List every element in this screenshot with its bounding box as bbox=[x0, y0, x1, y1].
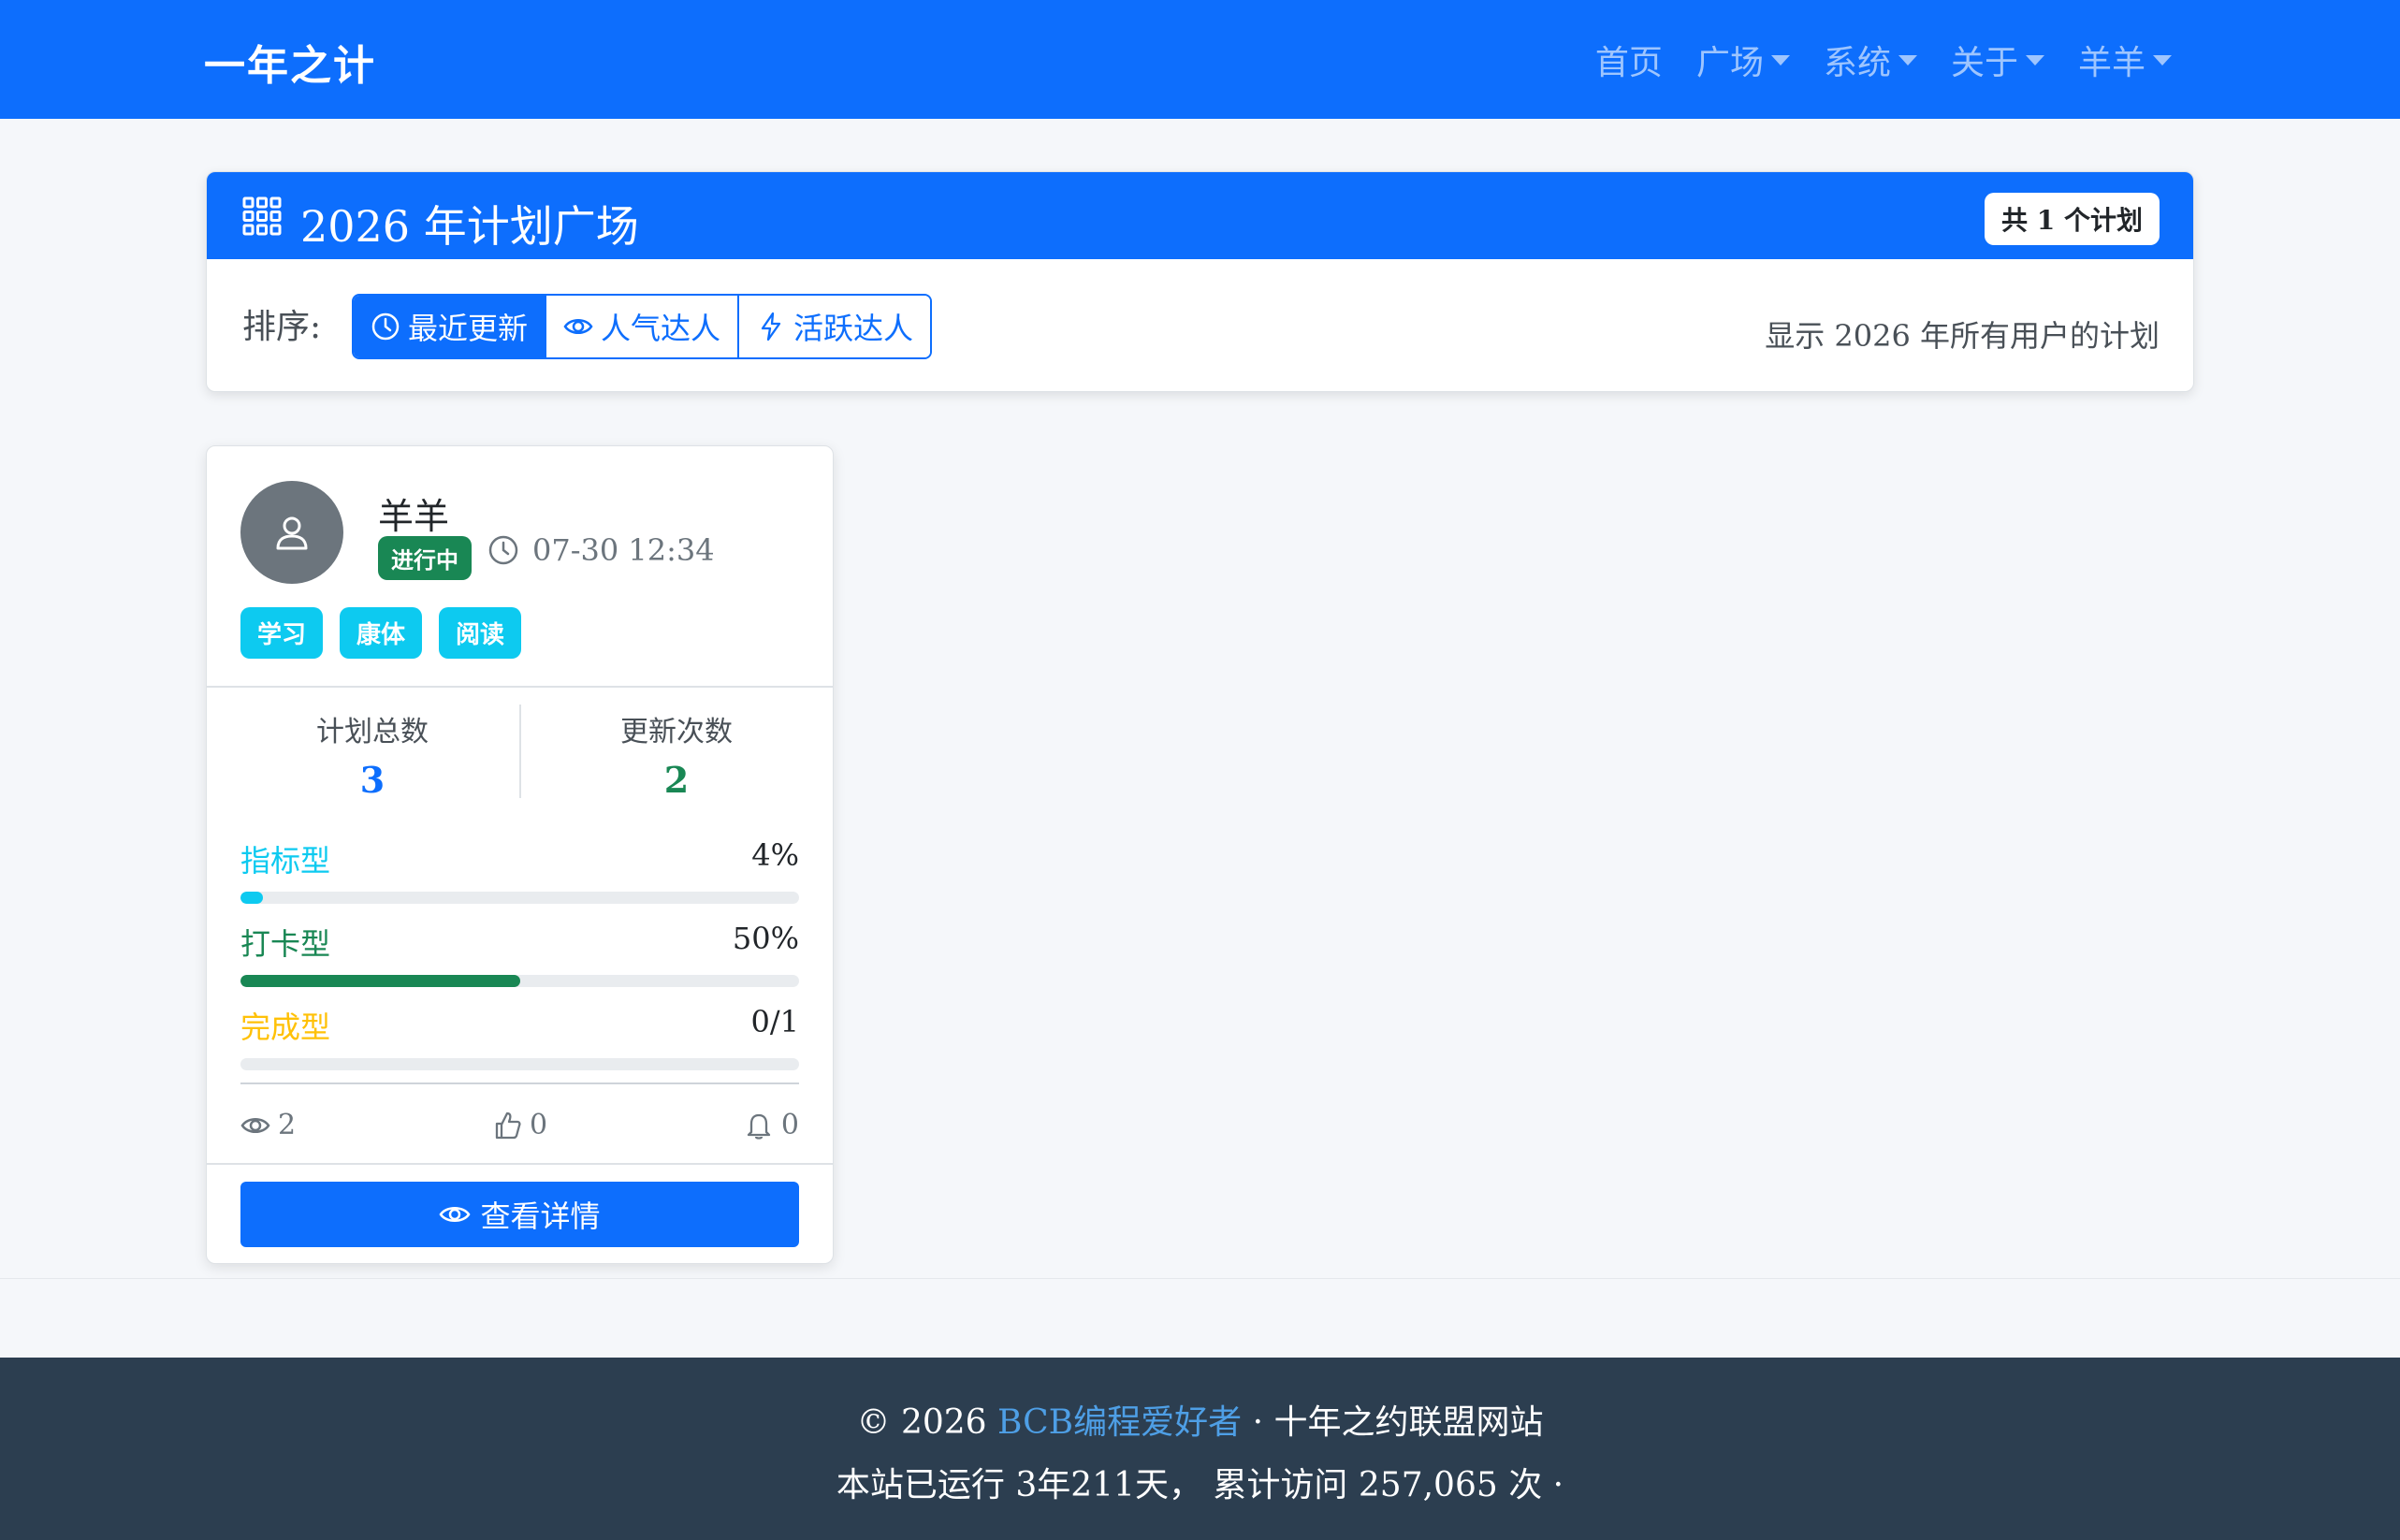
stat-update-count-label: 更新次数 bbox=[620, 716, 733, 748]
caret-down-icon bbox=[2153, 54, 2172, 65]
sort-active-label: 活跃达人 bbox=[793, 311, 914, 346]
copyright-text: © 2026 bbox=[856, 1403, 987, 1442]
card-divider bbox=[207, 686, 833, 688]
site-link[interactable]: BCB编程爱好者 bbox=[997, 1403, 1242, 1442]
sort-label: 排序: bbox=[242, 308, 322, 346]
plaza-header-card: 2026 年计划广场 共 1 个计划 排序: 最近更新 人气达人 活跃达人 显示… bbox=[206, 171, 2194, 392]
view-count-value: 2 bbox=[278, 1109, 297, 1141]
bell-icon bbox=[747, 1113, 771, 1140]
grid-icon bbox=[242, 196, 282, 236]
updated-time-text: 07-30 12:34 bbox=[532, 532, 715, 568]
view-details-label: 查看详情 bbox=[480, 1199, 601, 1234]
nav-item-system[interactable]: 系统 bbox=[1807, 36, 1934, 84]
eye-icon bbox=[563, 319, 593, 334]
progress-metric: 指标型 4% bbox=[240, 837, 799, 904]
nav-item-home[interactable]: 首页 bbox=[1578, 36, 1680, 84]
card-meta-row: 2 0 0 bbox=[240, 1109, 799, 1141]
nav-item-home-label: 首页 bbox=[1594, 44, 1663, 82]
nav-item-about-label: 关于 bbox=[1950, 44, 2018, 82]
card-inner-divider bbox=[240, 1082, 799, 1084]
like-count[interactable]: 0 bbox=[492, 1109, 547, 1141]
content-divider bbox=[0, 1278, 2400, 1279]
stat-update-count: 更新次数 2 bbox=[536, 708, 817, 801]
nav-item-about[interactable]: 关于 bbox=[1934, 36, 2061, 84]
nav-item-user[interactable]: 羊羊 bbox=[2061, 36, 2189, 84]
progress-fill bbox=[240, 975, 520, 987]
progress-metric-value: 4% bbox=[751, 837, 799, 873]
progress-checkin-value: 50% bbox=[732, 921, 799, 956]
progress-track bbox=[240, 892, 799, 904]
running-value: 3年211天， bbox=[1015, 1466, 1202, 1504]
nav-item-plaza[interactable]: 广场 bbox=[1680, 36, 1807, 84]
view-details-button[interactable]: 查看详情 bbox=[240, 1182, 799, 1247]
sort-popular-label: 人气达人 bbox=[601, 311, 721, 346]
nav-menu: 首页 广场 系统 关于 羊羊 bbox=[1578, 36, 2189, 84]
plaza-card-header: 2026 年计划广场 共 1 个计划 bbox=[207, 172, 2193, 259]
card-footer-divider bbox=[207, 1163, 833, 1165]
sort-recent-button[interactable]: 最近更新 bbox=[354, 296, 547, 357]
card-username[interactable]: 羊羊 bbox=[378, 487, 449, 539]
tag-reading[interactable]: 阅读 bbox=[439, 607, 522, 659]
visits-value: 257,065 bbox=[1358, 1466, 1498, 1504]
nav-item-user-label: 羊羊 bbox=[2077, 44, 2145, 82]
tag-list: 学习 康体 阅读 bbox=[240, 607, 522, 659]
page-title: 2026 年计划广场 bbox=[300, 201, 639, 252]
stat-total-plans-value: 3 bbox=[359, 759, 385, 801]
plan-card: 羊羊 进行中 07-30 12:34 学习 康体 阅读 计划总数 3 更新次数 … bbox=[206, 445, 834, 1264]
clock-icon bbox=[488, 535, 518, 565]
thumbs-up-icon bbox=[495, 1111, 521, 1139]
plan-count-badge: 共 1 个计划 bbox=[1985, 193, 2160, 245]
progress-track bbox=[240, 1058, 799, 1070]
progress-metric-label: 指标型 bbox=[240, 843, 331, 879]
caret-down-icon bbox=[1770, 54, 1790, 65]
nav-item-plaza-label: 广场 bbox=[1695, 44, 1764, 82]
progress-completion-label: 完成型 bbox=[240, 1010, 331, 1045]
tag-study[interactable]: 学习 bbox=[240, 607, 324, 659]
running-label: 本站已运行 bbox=[836, 1466, 1005, 1504]
stat-total-plans: 计划总数 3 bbox=[232, 708, 513, 801]
updated-time: 07-30 12:34 bbox=[487, 532, 715, 568]
progress-completion: 完成型 0/1 bbox=[240, 1004, 799, 1070]
stat-divider bbox=[519, 705, 521, 798]
stat-total-plans-label: 计划总数 bbox=[316, 716, 429, 748]
stat-update-count-value: 2 bbox=[663, 759, 690, 801]
avatar bbox=[240, 481, 343, 584]
sort-recent-label: 最近更新 bbox=[408, 311, 529, 346]
plaza-description: 显示 2026 年所有用户的计划 bbox=[1765, 318, 2160, 354]
view-count: 2 bbox=[240, 1109, 296, 1141]
like-count-value: 0 bbox=[529, 1109, 548, 1141]
nav-item-system-label: 系统 bbox=[1823, 44, 1891, 82]
top-navbar: 一年之计 首页 广场 系统 关于 羊羊 bbox=[0, 0, 2400, 119]
progress-checkin-label: 打卡型 bbox=[240, 926, 331, 962]
caret-down-icon bbox=[1898, 54, 1917, 65]
reminder-count-value: 0 bbox=[780, 1109, 799, 1141]
footer-stats-line: 本站已运行 3年211天， 累计访问 257,065 次 · bbox=[0, 1458, 2400, 1506]
progress-track bbox=[240, 975, 799, 987]
status-badge: 进行中 bbox=[378, 536, 472, 580]
visits-label: 累计访问 bbox=[1213, 1466, 1348, 1504]
sort-button-group: 最近更新 人气达人 活跃达人 bbox=[352, 294, 933, 359]
tag-health[interactable]: 康体 bbox=[340, 607, 423, 659]
progress-completion-value: 0/1 bbox=[750, 1004, 800, 1039]
user-icon bbox=[276, 516, 308, 550]
eye-icon bbox=[439, 1207, 471, 1222]
eye-icon bbox=[240, 1117, 270, 1133]
caret-down-icon bbox=[2025, 54, 2044, 65]
sort-active-button[interactable]: 活跃达人 bbox=[739, 296, 931, 357]
clock-icon bbox=[371, 312, 400, 341]
sort-popular-button[interactable]: 人气达人 bbox=[546, 296, 740, 357]
progress-fill bbox=[240, 892, 263, 904]
visits-suffix: 次 · bbox=[1508, 1466, 1564, 1504]
alliance-link[interactable]: · 十年之约联盟网站 bbox=[1253, 1403, 1544, 1442]
site-footer: © 2026 BCB编程爱好者 · 十年之约联盟网站 本站已运行 3年211天，… bbox=[0, 1358, 2400, 1540]
progress-checkin: 打卡型 50% bbox=[240, 921, 799, 987]
reminder-count[interactable]: 0 bbox=[744, 1109, 799, 1141]
lightning-icon bbox=[761, 312, 781, 341]
brand-logo[interactable]: 一年之计 bbox=[204, 32, 376, 92]
footer-copyright-line: © 2026 BCB编程爱好者 · 十年之约联盟网站 bbox=[0, 1395, 2400, 1444]
